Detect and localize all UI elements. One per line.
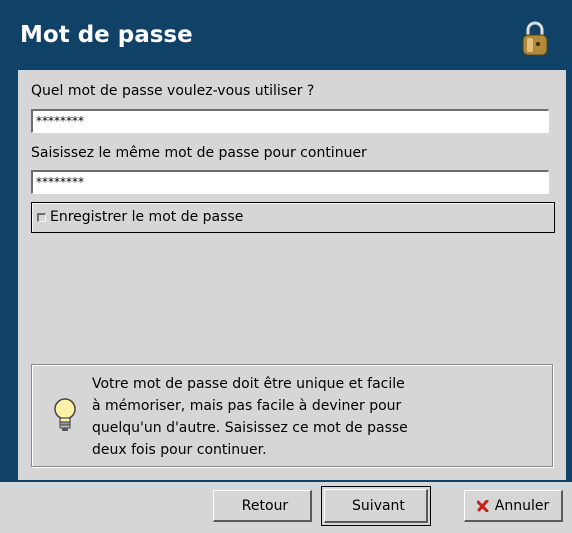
hint-panel: Votre mot de passe doit être unique et f… (31, 364, 553, 467)
page-title: Mot de passe (20, 22, 193, 48)
remember-password-label: Enregistrer le mot de passe (50, 209, 244, 225)
password-input[interactable]: ******** (31, 109, 549, 133)
remember-password-row[interactable]: Enregistrer le mot de passe (31, 202, 555, 233)
next-button-label: Suivant (352, 497, 405, 514)
back-button[interactable]: Retour (213, 490, 312, 522)
hint-text: Votre mot de passe doit être unique et f… (92, 376, 408, 458)
confirm-password-input[interactable]: ******** (31, 170, 549, 194)
next-button[interactable]: Suivant (324, 489, 428, 523)
back-button-label: Retour (241, 497, 289, 514)
password-question-label: Quel mot de passe voulez-vous utiliser ? (31, 83, 315, 99)
confirm-password-label: Saisissez le même mot de passe pour cont… (31, 145, 367, 161)
cancel-x-icon (476, 499, 489, 512)
lightbulb-icon (54, 398, 76, 431)
content-panel: Quel mot de passe voulez-vous utiliser ?… (18, 70, 566, 480)
cancel-button[interactable]: Annuler (464, 490, 563, 522)
remember-password-checkbox[interactable] (37, 213, 46, 222)
wizard-header-frame: Mot de passe Quel mot de passe voulez-vo… (0, 0, 572, 482)
lock-icon (522, 21, 548, 56)
cancel-button-label: Annuler (494, 497, 550, 514)
